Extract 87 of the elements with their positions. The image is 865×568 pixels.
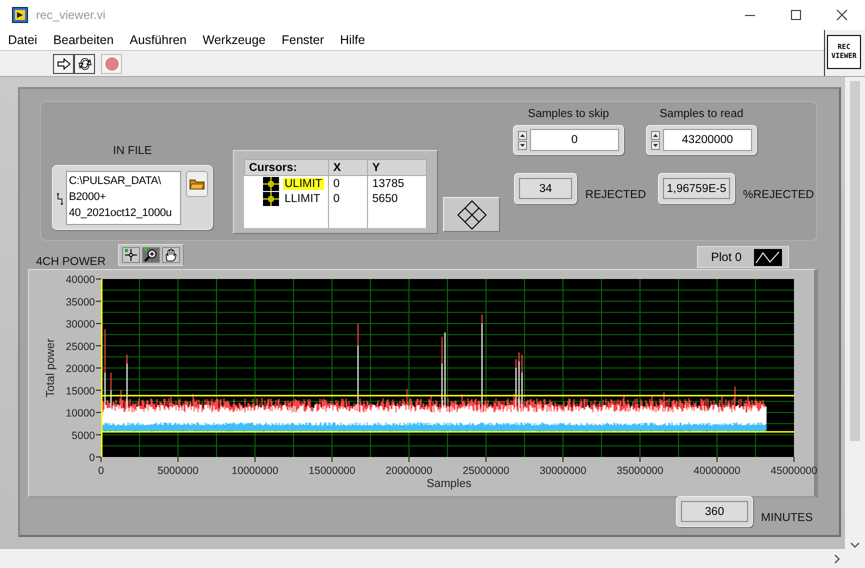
y-tick-label: 20000 [66, 363, 95, 375]
graph-label: 4CH POWER [36, 256, 107, 268]
pan-tool-button[interactable] [162, 247, 180, 263]
y-tick-label: 40000 [66, 274, 95, 286]
abort-button[interactable] [101, 54, 122, 74]
y-tick-label: 30000 [66, 318, 95, 330]
folder-icon [189, 178, 206, 190]
plot-legend[interactable]: Plot 0 [697, 246, 789, 268]
x-tick-label: 30000000 [540, 465, 586, 477]
increment-arrow-icon[interactable] [518, 130, 527, 140]
menu-item[interactable]: Datei [0, 33, 44, 47]
numeric-control[interactable]: 43200000 [646, 125, 757, 155]
cursor-line[interactable] [101, 431, 794, 433]
maximize-icon[interactable] [790, 9, 802, 21]
menu-item[interactable]: Hilfe [332, 33, 372, 47]
zoom-tool-button[interactable] [142, 247, 160, 263]
cursor-crosshair-icon[interactable] [262, 192, 278, 206]
y-tick-label: 0 [89, 452, 95, 464]
y-tick-label: 35000 [66, 296, 95, 308]
plot-name: Plot 0 [711, 250, 742, 264]
x-tick-label: 35000000 [616, 465, 664, 477]
indicator-label: %REJECTED [743, 189, 814, 201]
close-icon[interactable] [836, 9, 848, 21]
menu-item[interactable]: Fenster [274, 33, 330, 47]
increment-arrow-icon[interactable] [651, 130, 660, 140]
x-tick-label: 40000000 [694, 465, 740, 477]
scrollbar-thumb[interactable] [850, 81, 860, 441]
file-path-line: B2000+ [68, 190, 107, 205]
in-file-label: IN FILE [113, 145, 152, 157]
numeric-indicator: 34 [514, 173, 578, 204]
run-button[interactable] [53, 54, 74, 74]
numeric-label: Samples to read [658, 108, 744, 120]
cycle-arrows-icon [78, 56, 92, 70]
x-tick-label: 25000000 [462, 465, 510, 477]
chevron-right-icon[interactable] [833, 554, 841, 564]
table-cell: 5650 [368, 191, 427, 206]
numeric-indicator: 360 [676, 496, 753, 527]
x-tick-label: 10000000 [232, 465, 278, 477]
menu-item[interactable]: Werkzeuge [194, 33, 272, 47]
cursor-name[interactable]: LLIMIT [282, 192, 322, 204]
column-header: X [328, 160, 368, 176]
column-header: Y [368, 160, 427, 176]
browse-button[interactable] [186, 171, 208, 197]
diamond-pad-icon [456, 200, 487, 230]
menu-item[interactable]: Bearbeiten [45, 33, 120, 47]
x-tick-label: 20000000 [386, 465, 432, 477]
cursor-name[interactable]: ULIMIT [282, 178, 324, 190]
file-path-line: 40_2021oct12_1000u [68, 206, 173, 221]
file-path-control[interactable]: C:\PULSAR_DATA\ B2000+ 40_2021oct12_1000u [52, 165, 213, 230]
x-tick-label: 0 [98, 465, 104, 477]
tree-connector-icon [57, 193, 63, 205]
y-tick-label: 5000 [72, 430, 95, 442]
arrow-icon [56, 58, 70, 70]
x-tick-label: 45000000 [770, 465, 817, 477]
numeric-label: Samples to skip [526, 108, 610, 120]
table-cell: 13785 [368, 176, 427, 191]
cursor-crosshair-icon[interactable] [262, 176, 278, 190]
file-path-line: C:\PULSAR_DATA\ [68, 174, 162, 189]
numeric-indicator: 1,96759E-5 [658, 173, 735, 204]
stop-sign-icon [104, 56, 118, 70]
line-sample-icon [754, 248, 782, 266]
cursor-line[interactable] [101, 394, 794, 396]
app-icon [12, 7, 28, 23]
run-continuously-button[interactable] [74, 54, 95, 74]
indicator-label: MINUTES [761, 512, 813, 524]
table-cell: 0 [328, 191, 368, 206]
x-axis-title: Samples [426, 478, 472, 490]
y-tick-label: 10000 [66, 408, 95, 420]
decrement-arrow-icon[interactable] [518, 140, 527, 150]
indicator-label: REJECTED [585, 189, 646, 201]
decrement-arrow-icon[interactable] [651, 140, 660, 150]
zoom-icon [144, 248, 158, 262]
y-tick-label: 15000 [66, 385, 95, 398]
table-cell: 0 [328, 176, 368, 191]
chevron-down-icon[interactable] [850, 541, 860, 549]
menu-item[interactable]: Ausführen [122, 33, 193, 47]
crosshair-icon [124, 248, 138, 262]
cursor-tool-button[interactable] [122, 247, 140, 263]
x-tick-label: 5000000 [158, 465, 198, 477]
x-tick-label: 15000000 [308, 465, 356, 477]
column-header: Cursors: [244, 160, 329, 176]
numeric-control[interactable]: 0 [513, 125, 624, 155]
y-axis-title: Total power [45, 338, 57, 398]
window-title: rec_viewer.vi [36, 8, 106, 22]
cursor-move-button[interactable] [443, 197, 500, 232]
hand-icon [164, 248, 178, 262]
y-tick-label: 25000 [66, 340, 95, 353]
